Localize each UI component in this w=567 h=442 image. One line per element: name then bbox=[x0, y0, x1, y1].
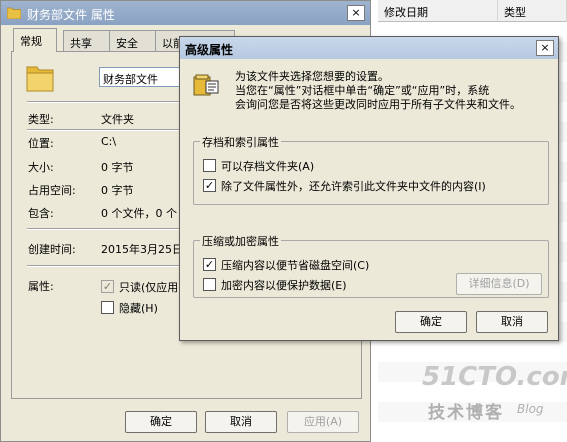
size-on-disk-label: 占用空间: bbox=[28, 184, 76, 197]
compress-label: 压缩内容以便节省磁盘空间(C) bbox=[221, 259, 370, 272]
size-label: 大小: bbox=[28, 161, 54, 174]
ok-button[interactable]: 确定 bbox=[125, 411, 197, 433]
watermark-subtitle: 技术博客 bbox=[428, 403, 504, 423]
encrypt-label: 加密内容以便保护数据(E) bbox=[221, 279, 347, 292]
hidden-checkbox[interactable] bbox=[101, 301, 114, 314]
folder-icon bbox=[7, 7, 21, 19]
folder-name-field[interactable]: 财务部文件 bbox=[99, 67, 189, 87]
separator bbox=[27, 101, 187, 103]
created-value: 2015年3月25日 bbox=[101, 243, 179, 256]
ok-button[interactable]: 确定 bbox=[395, 311, 467, 333]
cancel-button[interactable]: 取消 bbox=[205, 411, 277, 433]
size-value: 0 字节 bbox=[101, 161, 134, 174]
close-button[interactable]: × bbox=[536, 40, 554, 56]
compress-checkbox[interactable]: ✓ bbox=[203, 258, 216, 271]
intro-line: 会询问您是否将这些更改同时应用于所有子文件夹和文件。 bbox=[235, 98, 521, 111]
column-header-type[interactable]: 类型 bbox=[498, 0, 567, 22]
properties-titlebar: 财务部文件 属性 × bbox=[1, 1, 370, 25]
readonly-checkbox[interactable]: ✓ bbox=[101, 280, 114, 293]
location-value: C:\ bbox=[101, 135, 117, 148]
close-icon: × bbox=[540, 41, 550, 54]
contains-label: 包含: bbox=[28, 207, 54, 220]
intro-line: 当您在“属性”对话框中单击“确定”或“应用”时，系统 bbox=[235, 84, 490, 97]
separator bbox=[27, 129, 187, 131]
watermark-blog: Blog bbox=[517, 402, 544, 416]
intro-text: 为该文件夹选择您想要的设置。 当您在“属性”对话框中单击“确定”或“应用”时，系… bbox=[235, 70, 555, 112]
readonly-label: 只读(仅应用 bbox=[119, 281, 179, 294]
advanced-attributes-dialog: 高级属性 × 为该文件夹选择您想要的设置。 当您在“属性”对话框中单击“确定”或… bbox=[179, 36, 559, 341]
cancel-button[interactable]: 取消 bbox=[476, 311, 548, 333]
archive-group-title: 存档和索引属性 bbox=[200, 134, 281, 150]
archive-label: 可以存档文件夹(A) bbox=[221, 160, 315, 173]
compress-group-title: 压缩或加密属性 bbox=[200, 233, 281, 249]
watermark: 51CTO.com 技术博客 Blog bbox=[412, 362, 567, 426]
index-label: 除了文件属性外，还允许索引此文件夹中文件的内容(I) bbox=[221, 180, 486, 193]
type-label: 类型: bbox=[28, 113, 54, 126]
advanced-titlebar: 高级属性 × bbox=[180, 37, 558, 59]
compress-encrypt-group: 压缩或加密属性 ✓ 压缩内容以便节省磁盘空间(C) 加密内容以便保护数据(E) … bbox=[193, 233, 549, 298]
tab-security[interactable]: 安全 bbox=[109, 30, 156, 51]
encrypt-checkbox[interactable] bbox=[203, 278, 216, 291]
folder-icon bbox=[26, 66, 54, 92]
contains-value: 0 个文件，0 个 bbox=[101, 207, 177, 220]
location-label: 位置: bbox=[28, 137, 54, 150]
close-button[interactable]: × bbox=[347, 5, 365, 21]
type-value: 文件夹 bbox=[101, 113, 134, 126]
archive-index-group: 存档和索引属性 可以存档文件夹(A) ✓ 除了文件属性外，还允许索引此文件夹中文… bbox=[193, 134, 549, 205]
attributes-label: 属性: bbox=[28, 280, 54, 293]
apply-button[interactable]: 应用(A) bbox=[287, 411, 359, 433]
intro-line: 为该文件夹选择您想要的设置。 bbox=[235, 70, 389, 83]
column-header-modified[interactable]: 修改日期 bbox=[378, 0, 498, 22]
watermark-logo: 51CTO.com bbox=[422, 362, 567, 392]
close-icon: × bbox=[351, 6, 361, 19]
properties-settings-icon bbox=[193, 74, 219, 96]
separator bbox=[27, 265, 187, 267]
index-checkbox[interactable]: ✓ bbox=[203, 179, 216, 192]
tab-sharing[interactable]: 共享 bbox=[63, 30, 110, 51]
tab-general[interactable]: 常规 bbox=[13, 28, 57, 52]
size-on-disk-value: 0 字节 bbox=[101, 184, 134, 197]
archive-checkbox[interactable] bbox=[203, 159, 216, 172]
created-label: 创建时间: bbox=[28, 243, 76, 256]
hidden-label: 隐藏(H) bbox=[119, 302, 158, 315]
separator bbox=[27, 228, 187, 230]
properties-title: 财务部文件 属性 bbox=[27, 8, 115, 22]
advanced-title: 高级属性 bbox=[185, 43, 234, 57]
details-button[interactable]: 详细信息(D) bbox=[456, 273, 542, 295]
